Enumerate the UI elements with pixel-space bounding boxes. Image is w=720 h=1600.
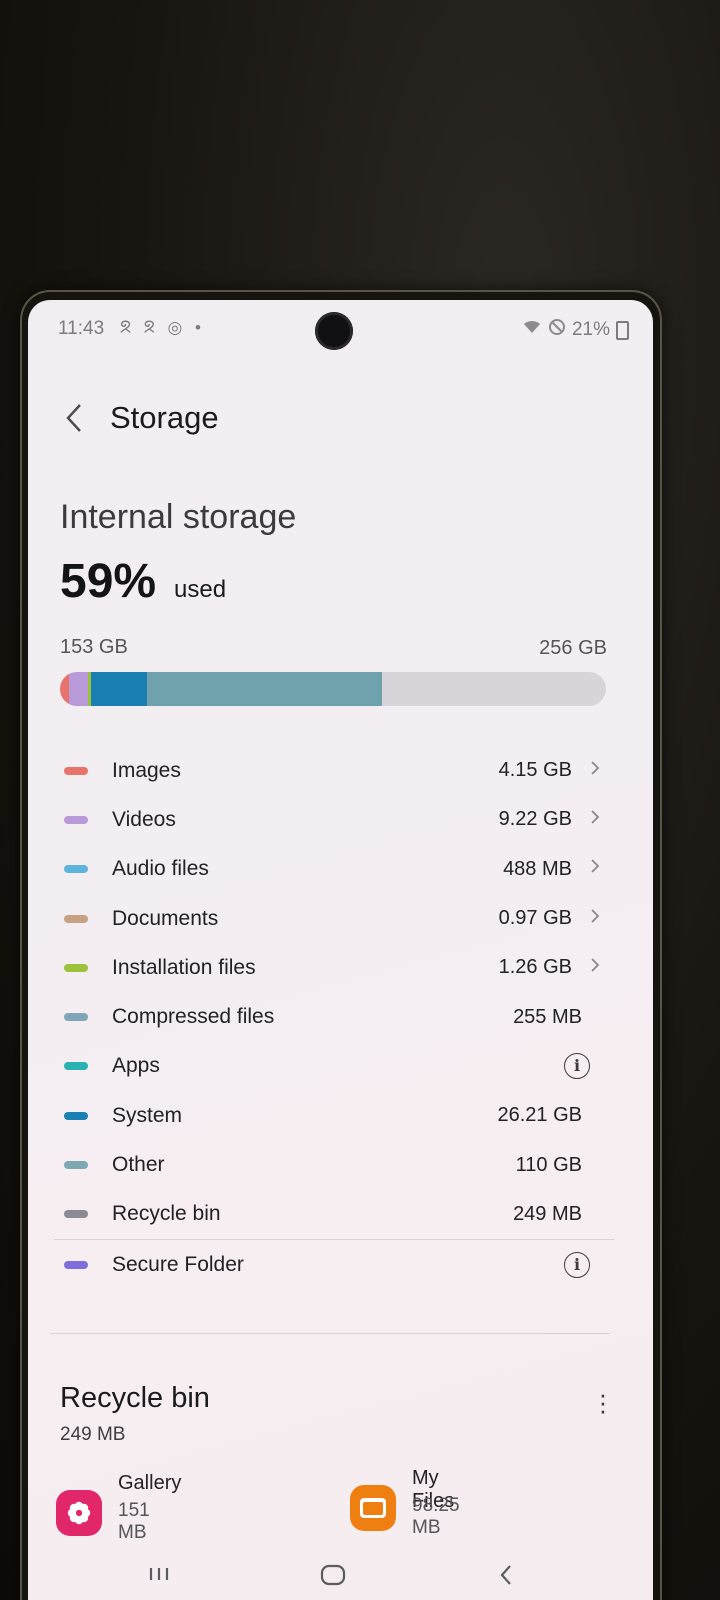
status-indicators: 21% [522,318,629,341]
category-name: Secure Folder [112,1252,244,1276]
category-size: 255 MB [513,1005,582,1028]
used-amount: 153 GB [60,636,128,658]
navigation-bar [28,1562,653,1600]
used-percent: 59% [60,555,157,608]
chevron-right-icon [590,908,600,930]
recent-apps-button[interactable] [146,1564,172,1590]
chevron-left-icon [66,404,81,432]
category-name: System [112,1103,183,1127]
front-camera [315,312,353,350]
category-name: Installation files [112,955,256,979]
my-files-icon [350,1485,396,1531]
category-name: Videos [112,807,176,831]
recycle-bin-title: Recycle bin [60,1382,210,1414]
category-row-compressed-files: Compressed files 255 MB [50,992,620,1041]
category-row-system: System 26.21 GB [50,1091,620,1140]
usage-bar-segment [60,672,69,706]
category-size: 26.21 GB [497,1104,582,1127]
category-row-secure-folder[interactable]: Secure Folder i [50,1240,620,1289]
app-size: 98.25 MB [412,1495,460,1538]
status-bar: 11:43 ᘝ ᘝ ◎ • 21% [28,300,653,360]
notification-icons: ᘝ ᘝ ◎ • [120,318,205,337]
category-row-apps[interactable]: Apps i [50,1042,620,1091]
info-icon[interactable]: i [564,1053,590,1080]
battery-percent: 21% [571,318,610,340]
category-size: 488 MB [503,857,572,880]
chevron-right-icon [590,760,600,782]
category-color-dot [64,865,88,874]
category-size: 110 GB [515,1153,582,1176]
category-row-installation-files[interactable]: Installation files 1.26 GB [50,943,620,992]
back-nav-button[interactable] [498,1564,514,1592]
category-row-images[interactable]: Images 4.15 GB [50,746,620,795]
category-row-documents[interactable]: Documents 0.97 GB [50,894,620,943]
category-name: Other [112,1153,165,1177]
internal-storage-label: Internal storage [60,498,297,536]
usage-bar-segment [68,672,89,706]
app-size: 151 MB [118,1500,150,1543]
category-row-other: Other 110 GB [50,1140,620,1189]
category-name: Compressed files [112,1005,275,1029]
app-bar: Storage [28,390,653,450]
category-size: 1.26 GB [498,956,572,979]
recycle-app-gallery[interactable]: Gallery 151 MB [56,1472,181,1543]
status-time: 11:43 [58,318,105,339]
usage-bar-segment [91,672,147,706]
category-color-dot [64,766,88,775]
used-label: used [174,576,227,603]
app-name: Gallery [118,1472,182,1494]
category-list: Images 4.15 GB Videos 9.22 GB Audio files 488… [50,746,620,1289]
category-name: Documents [112,906,219,930]
home-button[interactable] [320,1564,346,1592]
screen: 11:43 ᘝ ᘝ ◎ • 21% Storage Internal stora… [28,300,653,1600]
category-name: Apps [112,1054,160,1078]
category-row-audio-files[interactable]: Audio files 488 MB [50,845,620,894]
recycle-bin-size: 249 MB [60,1424,126,1445]
category-color-dot [64,1210,88,1219]
category-row-recycle-bin: Recycle bin 249 MB [50,1190,620,1239]
category-name: Recycle bin [112,1202,221,1226]
category-name: Images [112,758,181,782]
battery-icon [616,321,629,340]
page-title: Storage [110,400,219,435]
category-size: 249 MB [513,1202,582,1225]
info-icon[interactable]: i [564,1251,590,1278]
category-color-dot [64,1062,88,1071]
category-color-dot [64,914,88,923]
usage-bar-segment [146,672,382,706]
category-name: Audio files [112,857,209,881]
gallery-icon [56,1490,102,1536]
chevron-right-icon [590,957,600,979]
total-amount: 256 GB [539,637,607,659]
section-divider [50,1333,610,1334]
category-color-dot [64,1013,88,1022]
category-row-videos[interactable]: Videos 9.22 GB [50,795,620,844]
wifi-icon [522,319,542,340]
recycle-app-my-files[interactable]: My Files 98.25 MB [350,1467,460,1538]
category-color-dot [64,1161,88,1170]
category-color-dot [64,1111,88,1120]
do-not-disturb-icon [548,318,566,341]
category-color-dot [64,1260,88,1269]
category-color-dot [64,815,88,824]
chevron-right-icon [590,858,600,880]
category-color-dot [64,963,88,972]
category-size: 9.22 GB [498,808,572,831]
category-size: 0.97 GB [498,907,572,930]
category-size: 4.15 GB [498,759,572,782]
storage-usage-bar [60,672,606,706]
back-button[interactable] [56,398,92,438]
chevron-right-icon [590,809,600,831]
more-options-button[interactable]: · · · [593,1381,613,1423]
